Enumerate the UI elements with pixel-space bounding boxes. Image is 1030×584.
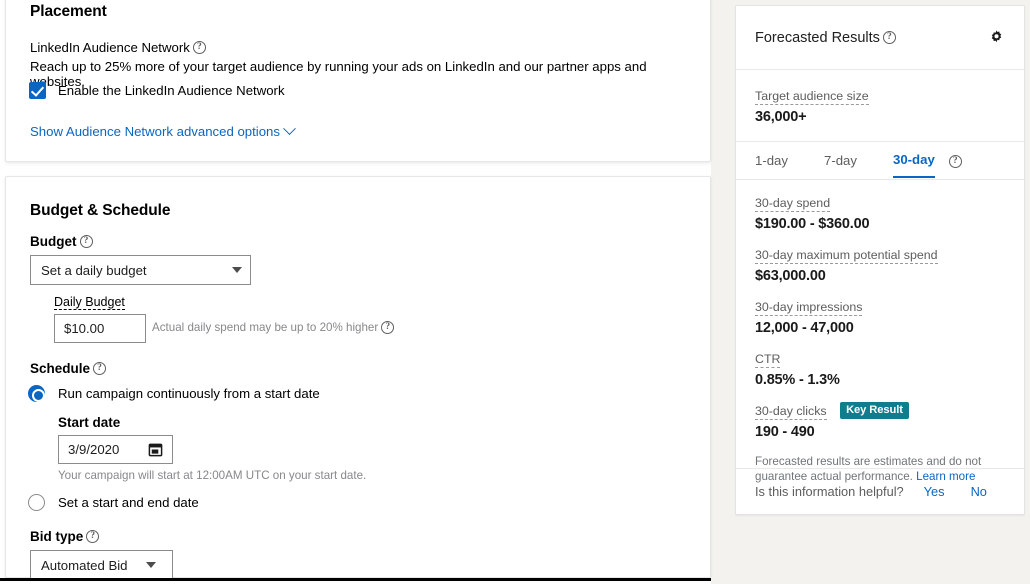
budget-schedule-section-title: Budget & Schedule bbox=[30, 202, 171, 219]
feedback-no-button[interactable]: No bbox=[971, 484, 987, 499]
placement-card: Placement LinkedIn Audience Network ? Re… bbox=[5, 0, 711, 162]
enable-audience-network-checkbox[interactable] bbox=[29, 82, 46, 99]
start-date-label: Start date bbox=[58, 415, 121, 430]
budget-type-select-value: Set a daily budget bbox=[41, 262, 147, 278]
help-icon[interactable]: ? bbox=[192, 41, 206, 54]
schedule-option-continuous[interactable]: Run campaign continuously from a start d… bbox=[28, 385, 320, 402]
help-icon[interactable]: ? bbox=[79, 235, 93, 248]
metric-value: $63,000.00 bbox=[755, 268, 826, 284]
target-audience-size-label[interactable]: Target audience size bbox=[755, 89, 869, 105]
start-date-input[interactable]: 3/9/2020 bbox=[58, 435, 173, 464]
schedule-option-range[interactable]: Set a start and end date bbox=[28, 494, 199, 511]
radio-continuous-label: Run campaign continuously from a start d… bbox=[58, 386, 320, 401]
radio-start-end-date-label: Set a start and end date bbox=[58, 495, 199, 510]
calendar-icon[interactable] bbox=[148, 442, 163, 457]
metric-row: 30-day impressions 12,000 - 47,000 bbox=[755, 298, 1005, 336]
audience-network-label: LinkedIn Audience Network bbox=[30, 40, 190, 55]
forecast-title: Forecasted Results bbox=[755, 29, 880, 46]
metric-row: 30-day clicks Key Result 190 - 490 bbox=[755, 402, 1005, 440]
daily-budget-input[interactable]: $10.00 bbox=[54, 314, 146, 343]
help-icon[interactable]: ? bbox=[381, 321, 395, 334]
chevron-down-icon bbox=[145, 562, 156, 568]
metric-label[interactable]: CTR bbox=[755, 352, 781, 368]
daily-budget-value: $10.00 bbox=[64, 321, 105, 336]
placement-section-title: Placement bbox=[30, 3, 107, 20]
campaign-manager-page: Placement LinkedIn Audience Network ? Re… bbox=[0, 0, 1030, 584]
budget-schedule-card: Budget & Schedule Budget ? Set a daily b… bbox=[5, 176, 711, 580]
help-icon[interactable]: ? bbox=[882, 31, 896, 44]
status-badge: Key Result bbox=[840, 402, 909, 419]
bid-type-select[interactable]: Automated Bid bbox=[30, 550, 173, 580]
radio-start-end-date[interactable] bbox=[28, 494, 45, 511]
daily-budget-label-wrap: Daily Budget bbox=[54, 293, 125, 311]
metric-label[interactable]: 30-day spend bbox=[755, 196, 831, 212]
daily-budget-hint: Actual daily spend may be up to 20% high… bbox=[152, 321, 379, 334]
budget-label-row: Budget ? bbox=[30, 234, 93, 249]
metric-label[interactable]: 30-day maximum potential spend bbox=[755, 248, 938, 264]
forecast-feedback-footer: Is this information helpful? Yes No bbox=[736, 468, 1024, 514]
tab-7-day[interactable]: 7-day bbox=[824, 153, 857, 177]
metric-label[interactable]: 30-day clicks bbox=[755, 404, 827, 420]
metric-value: 0.85% - 1.3% bbox=[755, 372, 840, 388]
feedback-yes-button[interactable]: Yes bbox=[924, 484, 945, 499]
metric-value: $190.00 - $360.00 bbox=[755, 216, 870, 232]
target-audience-size-value: 36,000+ bbox=[755, 109, 807, 125]
gear-icon[interactable] bbox=[988, 29, 1005, 46]
help-icon[interactable]: ? bbox=[93, 362, 107, 375]
schedule-label: Schedule bbox=[30, 361, 91, 376]
forecast-tabs: 1-day 7-day 30-day ? bbox=[736, 142, 1024, 180]
bid-type-select-value: Automated Bid bbox=[41, 557, 128, 573]
show-advanced-options-link[interactable]: Show Audience Network advanced options bbox=[30, 122, 296, 139]
budget-type-select[interactable]: Set a daily budget bbox=[30, 255, 251, 285]
help-icon[interactable]: ? bbox=[86, 530, 100, 543]
forecast-header: Forecasted Results ? bbox=[736, 6, 1024, 70]
enable-audience-network-row[interactable]: Enable the LinkedIn Audience Network bbox=[29, 82, 285, 99]
audience-network-label-row: LinkedIn Audience Network ? bbox=[30, 40, 206, 55]
forecasted-results-panel: Forecasted Results ? Target audience siz… bbox=[735, 5, 1025, 515]
enable-audience-network-label: Enable the LinkedIn Audience Network bbox=[58, 83, 285, 98]
bid-type-label: Bid type bbox=[30, 529, 84, 544]
help-icon[interactable]: ? bbox=[948, 155, 962, 168]
metric-label[interactable]: 30-day impressions bbox=[755, 300, 863, 316]
bid-type-label-row: Bid type ? bbox=[30, 529, 100, 544]
chevron-down-icon bbox=[232, 267, 242, 273]
show-advanced-options-label: Show Audience Network advanced options bbox=[30, 124, 280, 139]
daily-budget-label: Daily Budget bbox=[54, 295, 125, 310]
metric-row: 30-day spend $190.00 - $360.00 bbox=[755, 194, 1005, 232]
metric-row: 30-day maximum potential spend $63,000.0… bbox=[755, 246, 1005, 284]
forecast-metrics-list: 30-day spend $190.00 - $360.00 30-day ma… bbox=[736, 180, 1024, 497]
schedule-label-row: Schedule ? bbox=[30, 361, 107, 376]
metric-value: 12,000 - 47,000 bbox=[755, 320, 854, 336]
start-date-value: 3/9/2020 bbox=[68, 442, 120, 457]
metric-value: 190 - 490 bbox=[755, 424, 815, 440]
tab-1-day[interactable]: 1-day bbox=[755, 153, 788, 177]
bottom-divider bbox=[0, 578, 711, 581]
metric-row: CTR 0.85% - 1.3% bbox=[755, 350, 1005, 388]
feedback-question: Is this information helpful? bbox=[755, 484, 904, 499]
radio-continuous[interactable] bbox=[28, 385, 45, 402]
daily-budget-hint-row: Actual daily spend may be up to 20% high… bbox=[152, 321, 395, 334]
target-audience-block: Target audience size 36,000+ bbox=[736, 70, 1024, 142]
start-date-hint: Your campaign will start at 12:00AM UTC … bbox=[58, 469, 367, 482]
tab-30-day[interactable]: 30-day bbox=[893, 152, 935, 178]
budget-label: Budget bbox=[30, 234, 77, 249]
chevron-down-icon bbox=[283, 122, 296, 136]
